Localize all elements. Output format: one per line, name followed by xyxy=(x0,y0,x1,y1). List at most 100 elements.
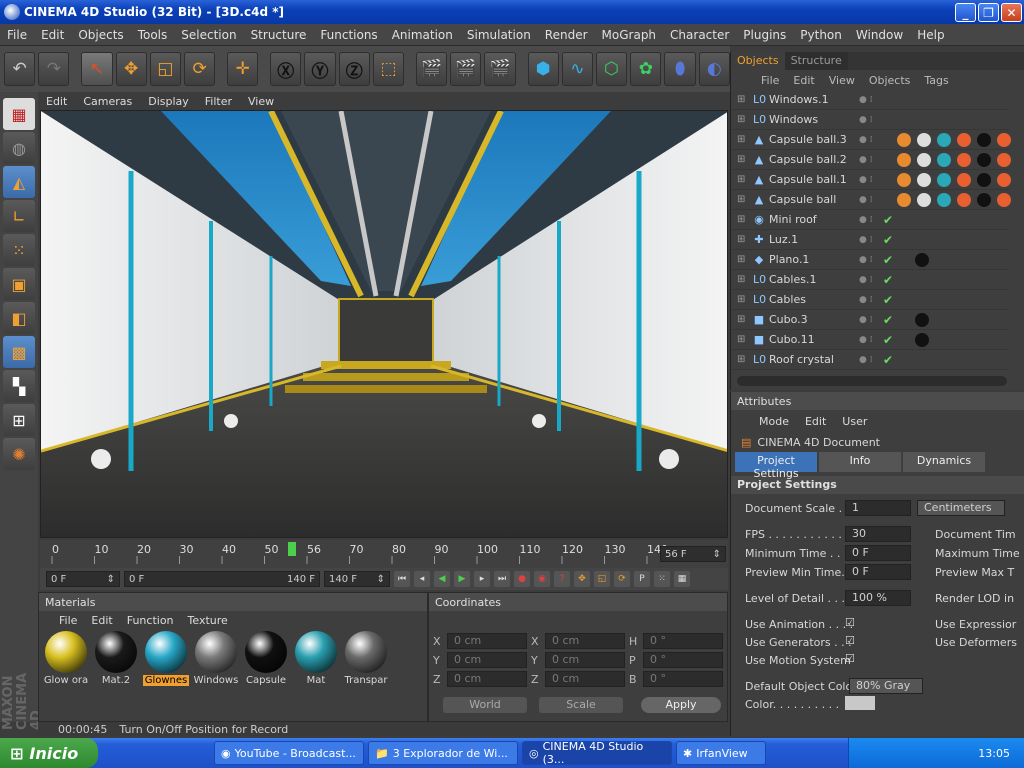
y-axis-icon[interactable]: Ⓨ xyxy=(304,52,336,86)
object-name[interactable]: Cubo.3 xyxy=(769,313,808,326)
object-row[interactable]: ⊞ ▲ Capsule ball.2 ● ⁞ xyxy=(731,150,1011,170)
object-row[interactable]: ⊞ ◉ Mini roof ● ⁞ ✔ xyxy=(731,210,1009,230)
objects-menu-edit[interactable]: Edit xyxy=(793,74,814,87)
object-name[interactable]: Mini roof xyxy=(769,213,817,226)
start-button[interactable]: ⊞ Inicio xyxy=(0,738,98,768)
enabled-check-icon[interactable]: ✔ xyxy=(883,313,893,327)
key-scale-icon[interactable]: ◱ xyxy=(594,571,610,587)
material-swatch[interactable]: Transpar xyxy=(343,631,389,691)
expand-icon[interactable]: ⊞ xyxy=(737,214,745,225)
object-name[interactable]: Capsule ball.1 xyxy=(769,173,847,186)
tag-icon[interactable] xyxy=(997,193,1011,207)
key-position-icon[interactable]: ✥ xyxy=(574,571,590,587)
attributes-menu-user[interactable]: User xyxy=(842,415,867,428)
tag-icon[interactable] xyxy=(937,173,951,187)
visibility-dots-icon[interactable]: ● ⁞ xyxy=(859,195,873,205)
menu-file[interactable]: File xyxy=(0,28,34,42)
visibility-dots-icon[interactable]: ● ⁞ xyxy=(859,275,873,285)
document-scale-field[interactable]: 1 xyxy=(845,500,911,516)
deformer-icon[interactable]: ⬮ xyxy=(664,52,696,86)
expand-icon[interactable]: ⊞ xyxy=(737,254,745,265)
object-row[interactable]: ⊞ L0 Cables.1 ● ⁞ ✔ xyxy=(731,270,1009,290)
menu-simulation[interactable]: Simulation xyxy=(460,28,538,42)
menu-render[interactable]: Render xyxy=(538,28,595,42)
x-axis-icon[interactable]: Ⓧ xyxy=(270,52,302,86)
menu-window[interactable]: Window xyxy=(849,28,910,42)
tab-dynamics[interactable]: Dynamics xyxy=(903,452,985,472)
taskbar-item[interactable]: ◉ YouTube - Broadcast... xyxy=(214,741,364,765)
tag-icon[interactable] xyxy=(937,133,951,147)
object-row[interactable]: ⊞ ■ Cubo.11 ● ⁞ ✔ xyxy=(731,330,1009,350)
coord-value-field[interactable]: 0 cm xyxy=(447,633,527,649)
keyframe-help-icon[interactable]: ? xyxy=(554,571,570,587)
tag-icon[interactable] xyxy=(977,193,991,207)
use-motion-checkbox[interactable]: ☑ xyxy=(845,652,855,665)
objects-menu-objects[interactable]: Objects xyxy=(869,74,911,87)
model-mode-icon[interactable]: ◭ xyxy=(3,166,35,198)
coord-value-field[interactable]: 0 cm xyxy=(447,652,527,668)
3d-viewport[interactable] xyxy=(40,110,728,538)
expand-icon[interactable]: ⊞ xyxy=(737,354,745,365)
start-frame-field[interactable]: 0 F ⇕ xyxy=(46,571,120,587)
object-name[interactable]: Luz.1 xyxy=(769,233,798,246)
workplane-icon[interactable]: ⊞ xyxy=(3,404,35,436)
scene-icon[interactable]: ◐ xyxy=(698,52,730,86)
sculpt-icon[interactable]: ✺ xyxy=(3,438,35,470)
edges-mode-icon[interactable]: ▣ xyxy=(3,268,35,300)
polygons-mode-icon[interactable]: ◧ xyxy=(3,302,35,334)
enabled-check-icon[interactable]: ✔ xyxy=(883,213,893,227)
render-view-icon[interactable]: 🎬 xyxy=(415,52,448,86)
size-mode-dropdown[interactable]: Scale xyxy=(539,697,623,713)
tag-icon[interactable] xyxy=(917,133,931,147)
current-frame-field[interactable]: 56 F ⇕ xyxy=(660,546,726,562)
visibility-dots-icon[interactable]: ● ⁞ xyxy=(859,315,873,325)
viewport-menu-view[interactable]: View xyxy=(240,95,282,108)
tag-icon[interactable] xyxy=(937,193,951,207)
scale-unit-dropdown[interactable]: Centimeters xyxy=(917,500,1005,516)
object-row[interactable]: ⊞ L0 Roof crystal ● ⁞ ✔ xyxy=(731,350,1009,370)
objects-scrollbar[interactable] xyxy=(737,376,1007,386)
scale-tool-icon[interactable]: ◱ xyxy=(149,52,182,86)
expand-icon[interactable]: ⊞ xyxy=(737,174,745,185)
coord-value-field[interactable]: 0 cm xyxy=(545,671,625,687)
tag-icon[interactable] xyxy=(917,173,931,187)
expand-icon[interactable]: ⊞ xyxy=(737,194,745,205)
material-swatch[interactable]: Glow ora xyxy=(43,631,89,691)
tag-icon[interactable] xyxy=(957,153,971,167)
key-param-icon[interactable]: P xyxy=(634,571,650,587)
object-name[interactable]: Plano.1 xyxy=(769,253,809,266)
attributes-menu-edit[interactable]: Edit xyxy=(805,415,826,428)
viewport-menu-display[interactable]: Display xyxy=(140,95,197,108)
next-frame-icon[interactable]: ▸ xyxy=(474,571,490,587)
coord-value-field[interactable]: 0 ° xyxy=(643,671,723,687)
expand-icon[interactable]: ⊞ xyxy=(737,314,745,325)
tag-icon[interactable] xyxy=(997,153,1011,167)
visibility-dots-icon[interactable]: ● ⁞ xyxy=(859,235,873,245)
visibility-dots-icon[interactable]: ● ⁞ xyxy=(859,255,873,265)
menu-help[interactable]: Help xyxy=(910,28,951,42)
tag-icon[interactable] xyxy=(957,193,971,207)
visibility-dots-icon[interactable]: ● ⁞ xyxy=(859,355,873,365)
material-tag-icon[interactable] xyxy=(915,333,929,347)
record-key-icon[interactable]: ● xyxy=(514,571,530,587)
texture-mode-icon[interactable]: ▚ xyxy=(3,370,35,402)
tab-project-settings[interactable]: Project Settings xyxy=(735,452,817,480)
autokey-icon[interactable]: ◉ xyxy=(534,571,550,587)
color-swatch[interactable] xyxy=(845,696,875,710)
visibility-dots-icon[interactable]: ● ⁞ xyxy=(859,95,873,105)
prev-key-icon[interactable]: ◂ xyxy=(414,571,430,587)
menu-selection[interactable]: Selection xyxy=(174,28,243,42)
expand-icon[interactable]: ⊞ xyxy=(737,154,745,165)
go-to-end-icon[interactable]: ⏭ xyxy=(494,571,510,587)
close-button[interactable]: ✕ xyxy=(1001,3,1022,22)
timeline[interactable]: 0 10 20 30 40 50 56 70 80 90 100 110 120 130 140 56 F ⇕ xyxy=(40,540,728,568)
material-tag-icon[interactable] xyxy=(915,313,929,327)
end-frame-field[interactable]: 140 F ⇕ xyxy=(324,571,390,587)
material-swatch[interactable]: Mat xyxy=(293,631,339,691)
redo-icon[interactable]: ↷ xyxy=(38,52,70,86)
apply-button[interactable]: Apply xyxy=(641,697,721,713)
tag-icon[interactable] xyxy=(897,153,911,167)
visibility-dots-icon[interactable]: ● ⁞ xyxy=(859,175,873,185)
coord-value-field[interactable]: 0 ° xyxy=(643,633,723,649)
menu-plugins[interactable]: Plugins xyxy=(736,28,793,42)
